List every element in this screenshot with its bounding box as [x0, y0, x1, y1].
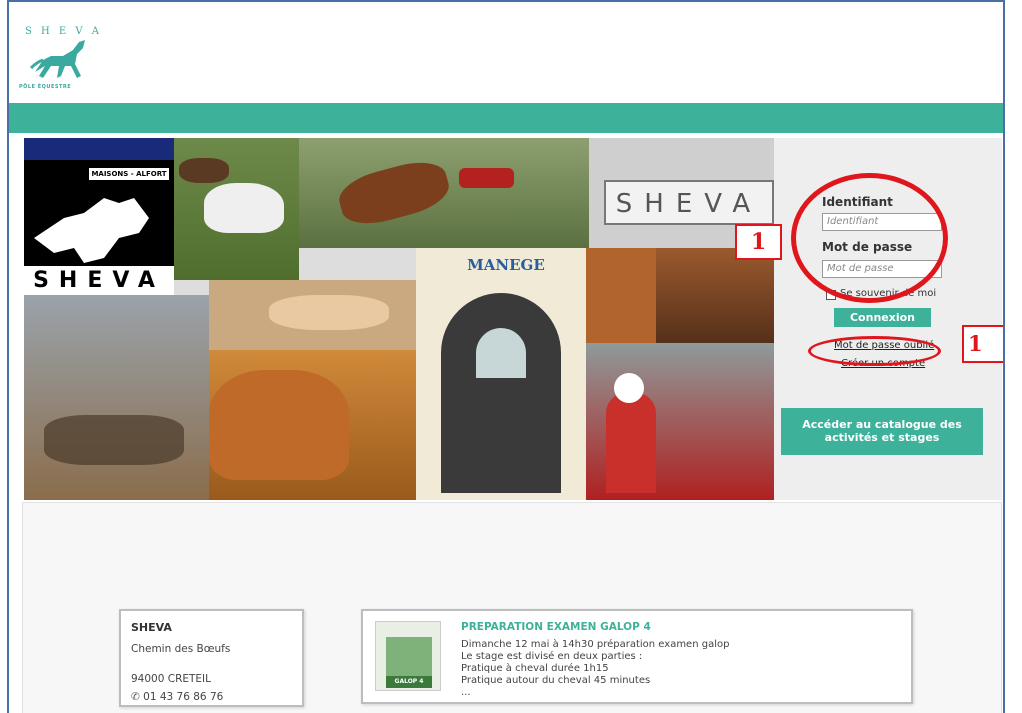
- logo-subtitle: PÔLE ÉQUESTRE: [19, 84, 72, 90]
- browser-frame: S H E V A PÔLE ÉQUESTRE MAISONS - ALFORT…: [7, 0, 1005, 713]
- annotation-ellipse-forgot: [808, 336, 941, 366]
- galop-thumb-label: GALOP 4: [386, 676, 432, 688]
- address-street: Chemin des Bœufs: [131, 643, 231, 655]
- address-phone: 01 43 76 86 76: [143, 691, 224, 703]
- phone-icon: ✆: [131, 691, 140, 703]
- news-card[interactable]: GALOP 4 PREPARATION EXAMEN GALOP 4 Diman…: [361, 609, 913, 704]
- sheva-left-label: SHEVA: [24, 266, 174, 295]
- address-phone-row[interactable]: ✆ 01 43 76 86 76: [131, 690, 292, 704]
- logo-top-text: S H E V A: [25, 26, 101, 37]
- news-line: ...: [461, 687, 471, 698]
- content-area: SHEVA Chemin des Bœufs 94000 CRETEIL ✆ 0…: [22, 502, 1002, 713]
- site-header: S H E V A PÔLE ÉQUESTRE: [9, 2, 1003, 103]
- sheva-banner-label: SHEVA: [604, 180, 774, 225]
- chestnut-horse-photo: [209, 350, 416, 500]
- address-name: SHEVA: [131, 621, 172, 634]
- costume-horse-photo: [586, 248, 656, 343]
- annotation-ellipse-login: [791, 173, 948, 303]
- news-body: Dimanche 12 mai à 14h30 préparation exam…: [461, 639, 729, 699]
- annotation-label-1bis: 1 bis: [962, 325, 1003, 363]
- horses-nuzzle-photo: [209, 280, 416, 350]
- manege-photo: MANEGE: [416, 248, 586, 500]
- news-line: Dimanche 12 mai à 14h30 préparation exam…: [461, 639, 730, 650]
- news-line: Le stage est divisé en deux parties :: [461, 651, 643, 662]
- news-line: Pratique à cheval durée 1h15: [461, 663, 609, 674]
- catalog-button[interactable]: Accéder au catalogue des activités et st…: [781, 408, 983, 455]
- connexion-button[interactable]: Connexion: [834, 308, 931, 327]
- horses-field-photo: [174, 138, 299, 280]
- news-line: Pratique autour du cheval 45 minutes: [461, 675, 651, 686]
- photo-collage: MAISONS - ALFORT SHEVA SHEVA MANEGE: [24, 138, 774, 500]
- news-title[interactable]: PREPARATION EXAMEN GALOP 4: [461, 621, 651, 633]
- santa-horse-photo: [586, 343, 774, 500]
- maisons-alfort-tile: MAISONS - ALFORT SHEVA: [24, 138, 174, 295]
- address-city: 94000 CRETEIL: [131, 673, 211, 685]
- jumping-photo: [299, 138, 589, 248]
- nav-bar: [9, 103, 1003, 133]
- annotation-label-1: 1: [735, 224, 782, 260]
- address-card: SHEVA Chemin des Bœufs 94000 CRETEIL ✆ 0…: [119, 609, 304, 707]
- arena-ponies-photo: [24, 295, 209, 500]
- galop-thumbnail: GALOP 4: [375, 621, 441, 691]
- manege-label: MANEGE: [467, 256, 545, 274]
